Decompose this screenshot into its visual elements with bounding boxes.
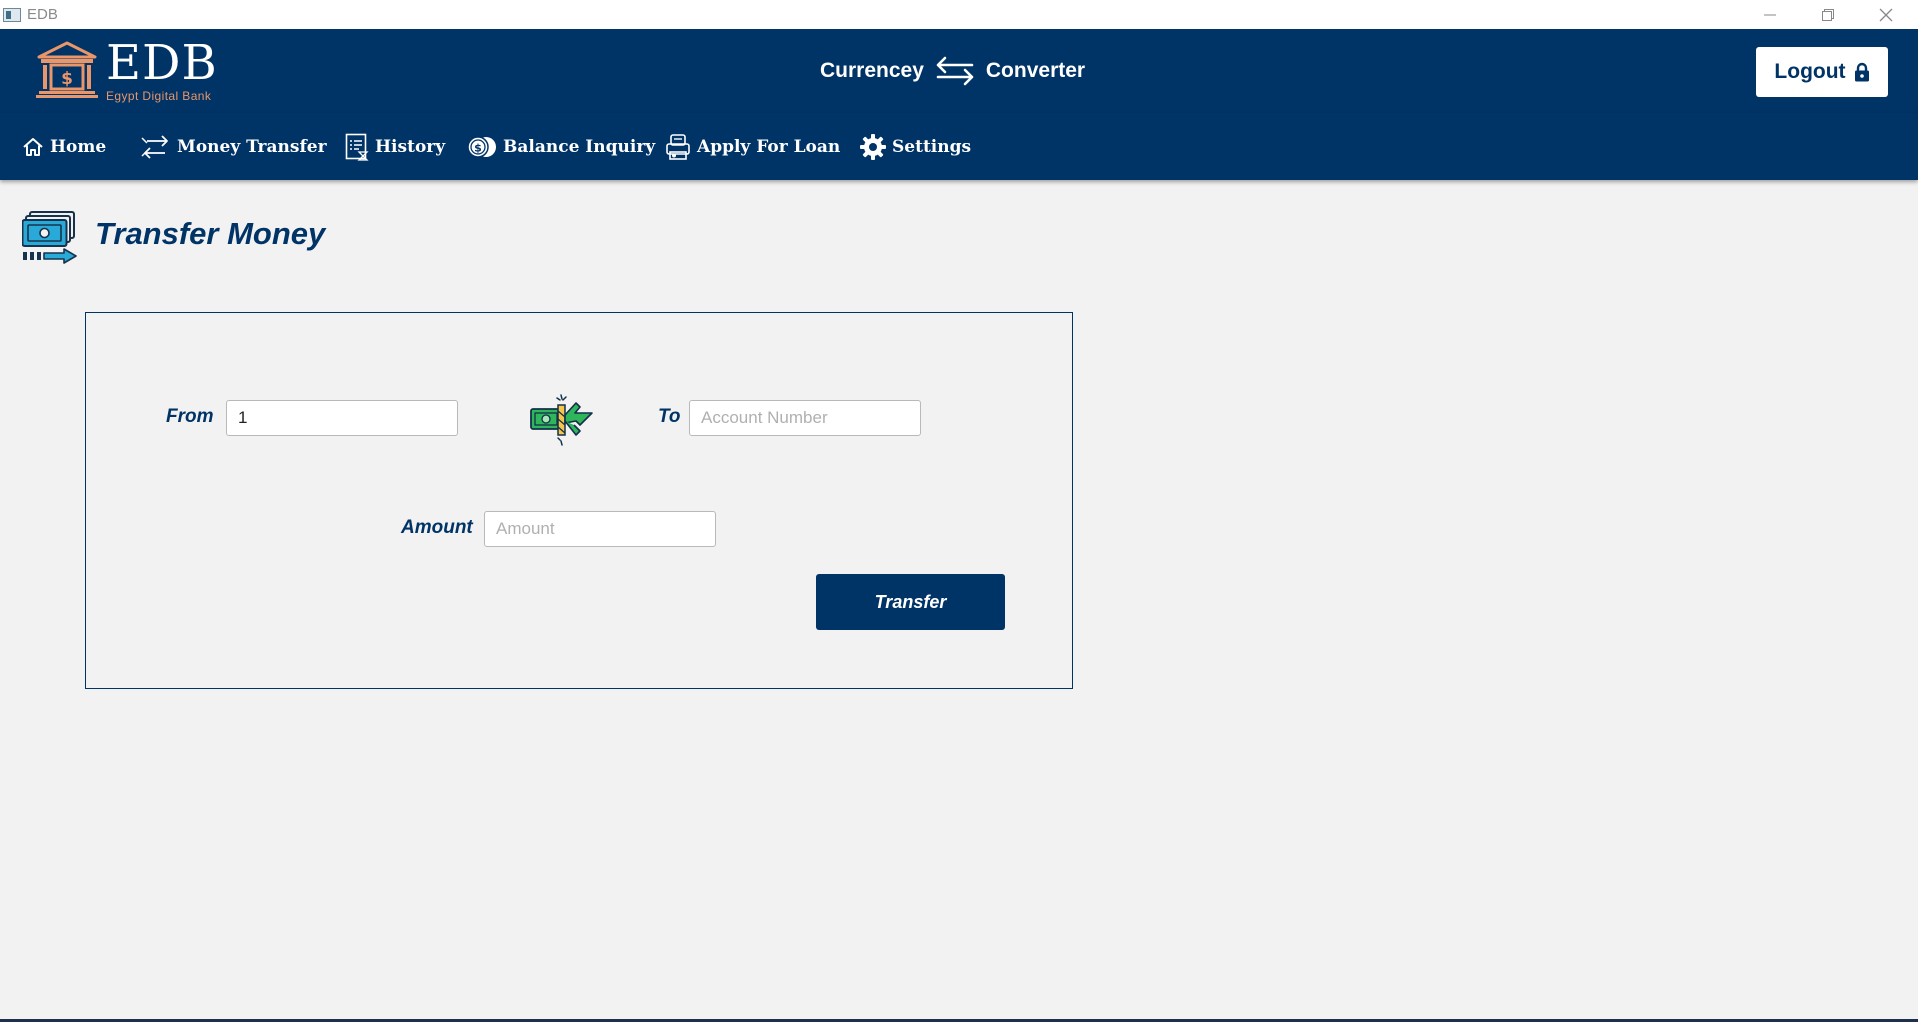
nav-label-apply-for-loan: Apply For Loan — [697, 136, 841, 157]
logo-subtitle: Egypt Digital Bank — [106, 89, 212, 103]
minimize-icon — [1764, 14, 1776, 15]
transfer-arrows-icon — [141, 134, 168, 159]
nav-item-home[interactable]: Home — [22, 113, 106, 180]
bank-logo-icon: $ — [36, 41, 98, 103]
currency-label: Currencey — [820, 59, 924, 82]
restore-button[interactable] — [1799, 0, 1857, 29]
lock-icon — [1854, 62, 1869, 82]
page-title: Transfer Money — [95, 216, 326, 251]
nav-item-history[interactable]: History — [345, 113, 445, 180]
close-icon — [1879, 8, 1893, 21]
history-icon — [345, 133, 369, 161]
nav-label-money-transfer: Money Transfer — [177, 136, 327, 157]
main-nav: Home Money Transfer History $ Balance In… — [0, 113, 1918, 180]
logout-label: Logout — [1774, 60, 1846, 83]
svg-text:$: $ — [61, 69, 73, 89]
nav-label-home: Home — [50, 136, 107, 157]
to-label: To — [658, 406, 681, 427]
from-label: From — [166, 406, 214, 427]
from-account-input[interactable] — [226, 400, 458, 436]
transfer-money-icon — [21, 210, 78, 268]
converter-label: Converter — [985, 59, 1086, 82]
amount-label: Amount — [401, 517, 473, 538]
window-title: EDB — [27, 6, 58, 23]
amount-input[interactable] — [484, 511, 716, 547]
close-window-button[interactable] — [1857, 0, 1915, 29]
nav-item-money-transfer[interactable]: Money Transfer — [141, 113, 327, 180]
coins-icon: $ — [467, 135, 496, 158]
logout-button[interactable]: Logout — [1756, 47, 1888, 97]
swap-arrows-icon — [936, 56, 974, 86]
to-account-input[interactable] — [689, 400, 921, 436]
window-titlebar: EDB — [0, 0, 1918, 29]
nav-item-apply-for-loan[interactable]: Apply For Loan — [665, 113, 840, 180]
currency-converter-button[interactable]: Currencey Converter — [820, 51, 1085, 91]
nav-label-settings: Settings — [892, 136, 972, 157]
nav-item-settings[interactable]: Settings — [860, 113, 971, 180]
nav-label-history: History — [375, 136, 446, 157]
app-icon — [3, 7, 21, 22]
restore-icon — [1822, 8, 1834, 21]
home-icon — [23, 137, 43, 156]
transfer-form-panel: From To Amount Transfer — [85, 312, 1073, 689]
svg-text:$: $ — [474, 141, 482, 154]
app-header: $ EDB Egypt Digital Bank Currencey Conve… — [0, 29, 1918, 113]
nav-item-balance-inquiry[interactable]: $ Balance Inquiry — [467, 113, 655, 180]
money-transfer-icon — [530, 391, 596, 451]
loan-icon — [666, 133, 690, 160]
minimize-button[interactable] — [1741, 0, 1799, 29]
transfer-button[interactable]: Transfer — [816, 574, 1005, 630]
logo-text: EDB — [106, 35, 218, 91]
gear-icon — [860, 133, 886, 160]
nav-label-balance-inquiry: Balance Inquiry — [503, 136, 656, 157]
